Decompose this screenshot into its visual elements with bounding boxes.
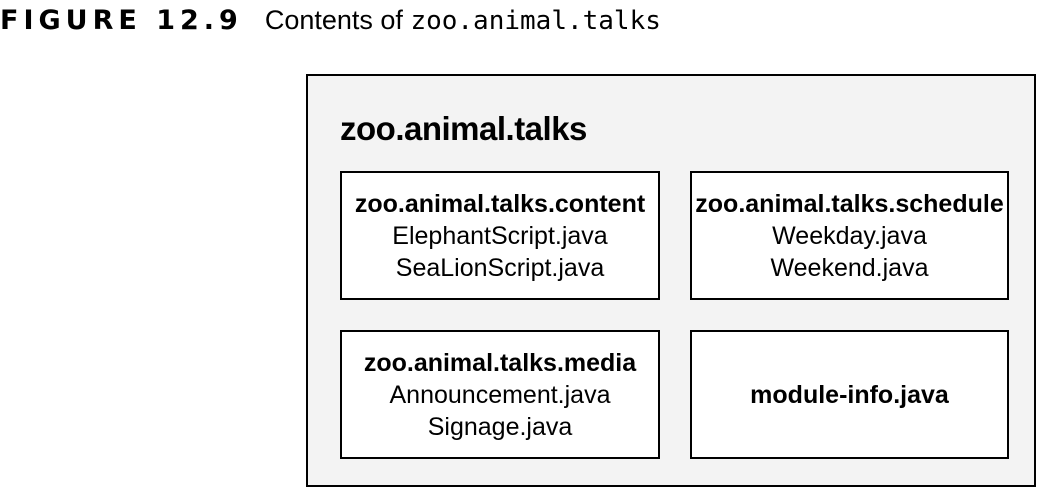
- file-name: ElephantScript.java: [392, 221, 608, 250]
- file-name: Weekend.java: [770, 253, 929, 282]
- package-name: zoo.animal.talks.content: [354, 189, 646, 218]
- file-name: Announcement.java: [389, 380, 611, 409]
- module-box: zoo.animal.talks zoo.animal.talks.conten…: [306, 74, 1036, 487]
- file-name: Weekday.java: [772, 221, 927, 250]
- file-name: SeaLionScript.java: [395, 253, 605, 282]
- figure-label: FIGURE 12.9: [0, 4, 243, 36]
- caption-code: zoo.animal.talks: [410, 5, 661, 36]
- package-box-media: zoo.animal.talks.media Announcement.java…: [340, 330, 660, 459]
- package-name: zoo.animal.talks.media: [363, 348, 637, 377]
- package-box-schedule: zoo.animal.talks.schedule Weekday.java W…: [690, 171, 1009, 300]
- module-title: zoo.animal.talks: [340, 110, 587, 147]
- file-name: Signage.java: [427, 412, 573, 441]
- package-box-content: zoo.animal.talks.content ElephantScript.…: [340, 171, 660, 300]
- figure-caption-text: Contents of zoo.animal.talks: [265, 5, 661, 36]
- module-info-file: module-info.java: [750, 380, 949, 409]
- figure-caption: FIGURE 12.9 Contents of zoo.animal.talks: [0, 0, 661, 40]
- caption-text: Contents of: [264, 4, 403, 35]
- module-info-box: module-info.java: [690, 330, 1009, 459]
- package-name: zoo.animal.talks.schedule: [695, 189, 1004, 218]
